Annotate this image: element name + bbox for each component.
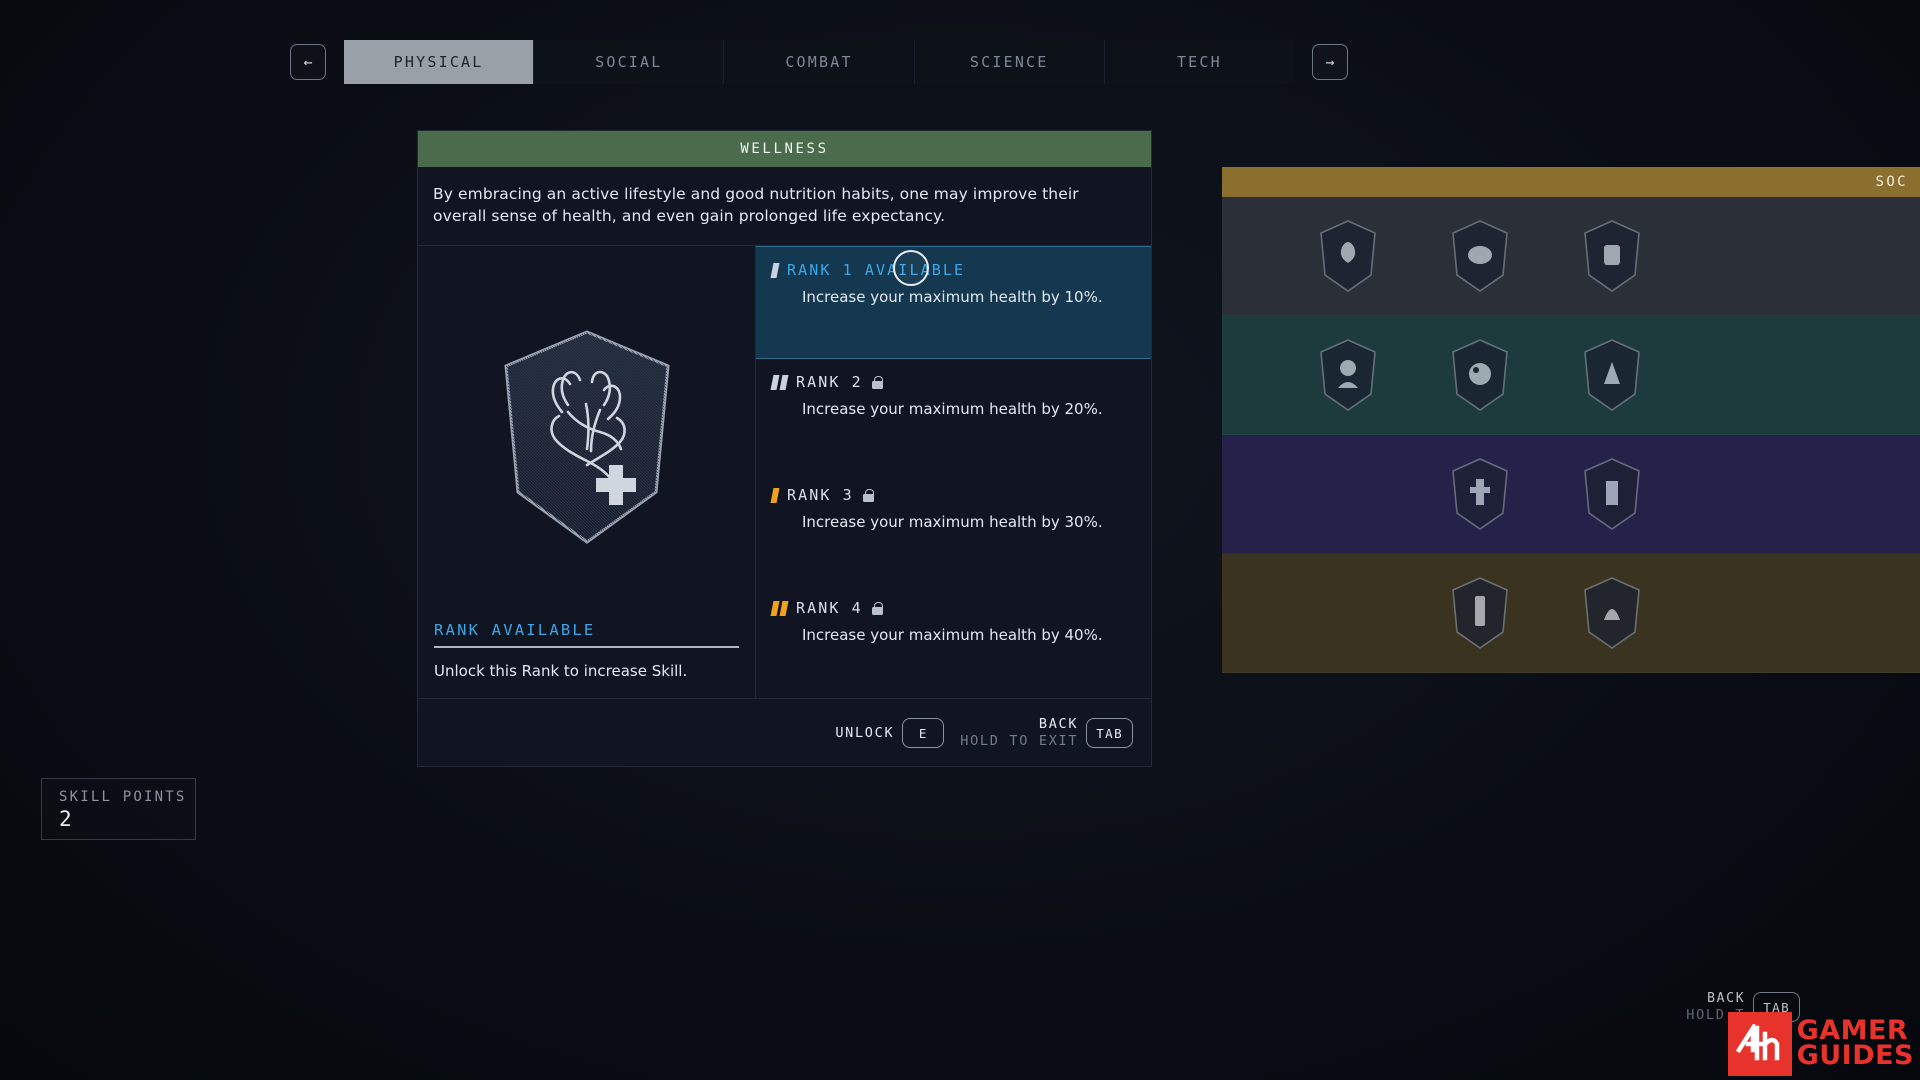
mouse-cursor: [893, 250, 929, 286]
previous-category-button[interactable]: ←: [290, 44, 326, 80]
tab-science[interactable]: SCIENCE: [914, 40, 1105, 84]
tab-label: SCIENCE: [969, 53, 1049, 71]
tab-label: TECH: [1176, 53, 1222, 71]
skill-detail-card: WELLNESS By embracing an active lifestyl…: [417, 130, 1152, 767]
unlock-label: UNLOCK: [835, 725, 895, 741]
tab-tech[interactable]: TECH: [1104, 40, 1295, 84]
skill-hex-icon[interactable]: [1450, 457, 1510, 531]
rank-available-hint: Unlock this Rank to increase Skill.: [434, 662, 688, 680]
side-grid-row: [1222, 554, 1920, 673]
rank-title: RANK 1 AVAILABLE: [787, 261, 966, 279]
skill-hex-icon[interactable]: [1582, 576, 1642, 650]
rank-header: RANK 1 AVAILABLE: [770, 261, 1151, 279]
tab-label: COMBAT: [785, 53, 853, 71]
rank-pips-icon: [770, 487, 780, 503]
skill-hex-icon[interactable]: [1582, 219, 1642, 293]
back-label: BACK: [1038, 716, 1079, 733]
lock-icon: [871, 375, 883, 389]
gamerguides-wordmark: GAMER GUIDES: [1792, 1017, 1914, 1071]
skill-points-box: SKILL POINTS 2: [41, 778, 196, 840]
skill-title-banner: WELLNESS: [418, 131, 1151, 167]
hud-back-label: BACK: [1707, 990, 1746, 1006]
rank-available-divider: [434, 646, 739, 648]
control-hints: UNLOCK E BACK HOLD TO EXIT TAB: [835, 699, 1133, 767]
skill-title: WELLNESS: [740, 141, 829, 157]
skill-menu-screen: ← PHYSICAL SOCIAL COMBAT SCIENCE TECH → …: [0, 0, 1920, 1080]
rank-row-4[interactable]: RANK 4 Increase your maximum health by 4…: [756, 585, 1151, 698]
lock-icon: [871, 601, 883, 615]
side-grid-title: SOC: [1875, 174, 1908, 190]
rank-description: Increase your maximum health by 10%.: [802, 288, 1103, 306]
rank-pips-icon: [770, 262, 780, 278]
unlock-key[interactable]: E: [902, 718, 945, 748]
tab-label: PHYSICAL: [393, 53, 484, 71]
card-footer: UNLOCK E BACK HOLD TO EXIT TAB: [418, 698, 1151, 766]
rank-title: RANK 3: [787, 486, 854, 504]
back-key[interactable]: TAB: [1086, 718, 1133, 748]
back-sublabel: HOLD TO EXIT: [960, 733, 1079, 749]
skill-description: By embracing an active lifestyle and goo…: [418, 167, 1151, 246]
skill-hex-icon[interactable]: [1318, 219, 1378, 293]
rank-description: Increase your maximum health by 20%.: [802, 400, 1103, 418]
skill-emblem-container: [434, 262, 739, 621]
rank-header: RANK 2: [770, 373, 1151, 391]
watermark-line-2: GUIDES: [1796, 1040, 1914, 1071]
side-grid-row: [1222, 316, 1920, 435]
tab-label: SOCIAL: [595, 53, 663, 71]
side-grid-header: SOC: [1222, 167, 1920, 197]
next-category-button[interactable]: →: [1312, 44, 1348, 80]
heart-with-medical-cross-icon: [503, 329, 670, 544]
rank-header: RANK 4: [770, 599, 1151, 617]
rank-row-1[interactable]: RANK 1 AVAILABLE Increase your maximum h…: [756, 246, 1151, 359]
skill-card-body: RANK AVAILABLE Unlock this Rank to incre…: [418, 246, 1151, 698]
rank-pips-icon: [770, 600, 789, 616]
rank-description: Increase your maximum health by 30%.: [802, 513, 1103, 531]
side-grid-row: [1222, 197, 1920, 316]
rank-row-2[interactable]: RANK 2 Increase your maximum health by 2…: [756, 359, 1151, 472]
category-tabbar: ← PHYSICAL SOCIAL COMBAT SCIENCE TECH →: [290, 40, 1348, 84]
unlock-control[interactable]: UNLOCK E: [835, 718, 945, 748]
rank-header: RANK 3: [770, 486, 1151, 504]
arrow-right-icon: →: [1325, 52, 1335, 71]
skill-hex-icon[interactable]: [1450, 219, 1510, 293]
skill-hex-icon[interactable]: [1318, 338, 1378, 412]
skill-hex-icon[interactable]: [1450, 576, 1510, 650]
gamerguides-watermark: GAMER GUIDES: [1727, 1012, 1914, 1076]
rank-title: RANK 2: [796, 373, 863, 391]
rank-title: RANK 4: [796, 599, 863, 617]
rank-list: RANK 1 AVAILABLE Increase your maximum h…: [756, 246, 1151, 698]
side-skill-grid: SOC: [1222, 167, 1920, 673]
back-labels: BACK HOLD TO EXIT: [960, 716, 1078, 750]
rank-available-label: RANK AVAILABLE: [434, 621, 596, 639]
4th-glyph-icon: [1735, 1024, 1779, 1061]
tab-social[interactable]: SOCIAL: [534, 40, 725, 84]
side-grid-row: [1222, 435, 1920, 554]
skill-hex-icon[interactable]: [1582, 338, 1642, 412]
lock-icon: [862, 488, 874, 502]
back-control[interactable]: BACK HOLD TO EXIT TAB: [960, 716, 1133, 750]
arrow-left-icon: ←: [303, 52, 313, 71]
tab-physical[interactable]: PHYSICAL: [344, 40, 535, 84]
skill-points-label: SKILL POINTS: [59, 789, 187, 805]
skill-hex-icon[interactable]: [1582, 457, 1642, 531]
skill-summary-column: RANK AVAILABLE Unlock this Rank to incre…: [418, 246, 756, 698]
rank-description: Increase your maximum health by 40%.: [802, 626, 1103, 644]
category-tabs: PHYSICAL SOCIAL COMBAT SCIENCE TECH: [344, 40, 1295, 84]
gamerguides-logo-icon: [1727, 1012, 1792, 1076]
skill-hex-icon[interactable]: [1450, 338, 1510, 412]
rank-row-3[interactable]: RANK 3 Increase your maximum health by 3…: [756, 472, 1151, 585]
skill-points-value: 2: [59, 807, 72, 831]
tab-combat[interactable]: COMBAT: [724, 40, 915, 84]
rank-pips-icon: [770, 374, 789, 390]
